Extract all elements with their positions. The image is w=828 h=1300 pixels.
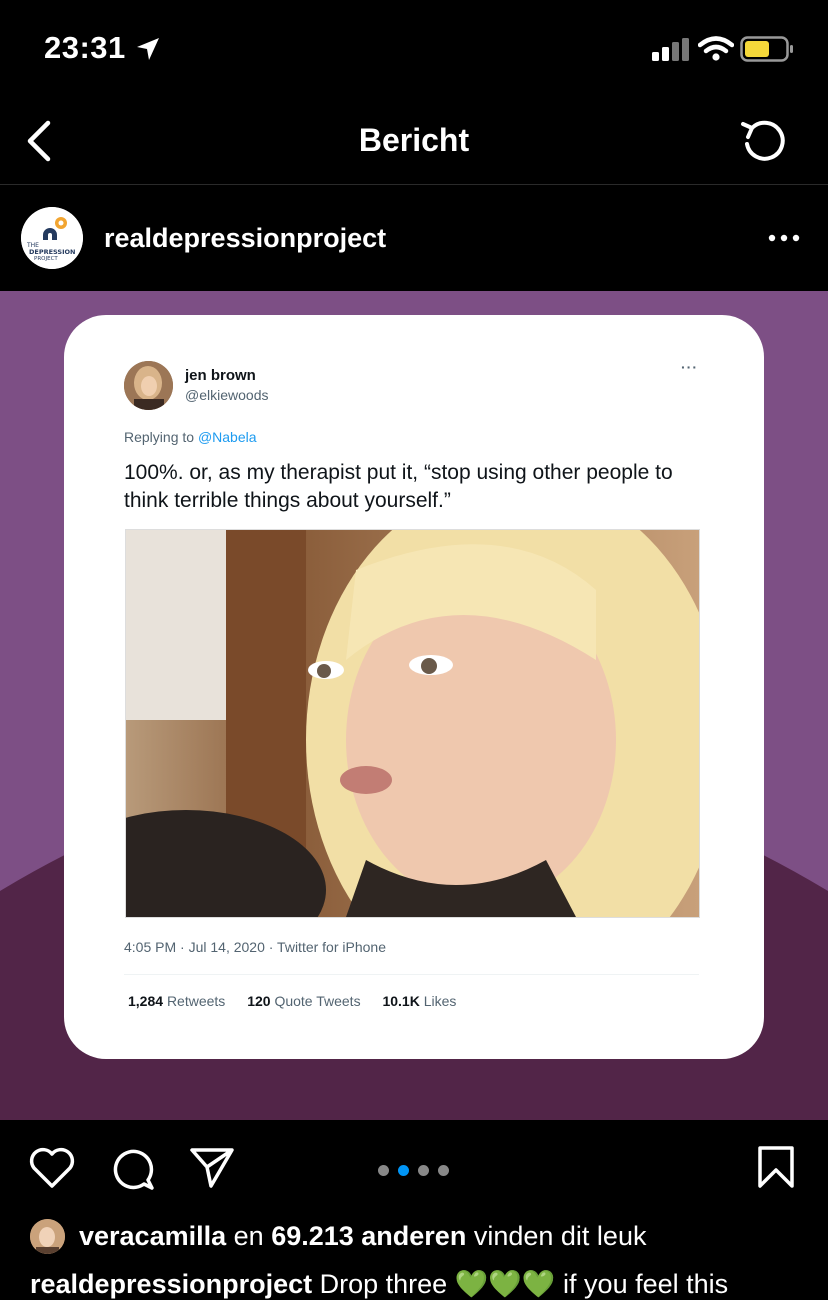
liker-username[interactable]: veracamilla <box>79 1221 226 1251</box>
likes-row: veracamilla en 69.213 anderen vinden dit… <box>0 1213 828 1261</box>
comment-icon[interactable] <box>110 1146 156 1192</box>
battery-icon <box>740 36 793 62</box>
likes-summary: veracamilla en 69.213 anderen vinden dit… <box>79 1221 646 1252</box>
likes-count[interactable]: 69.213 anderen <box>271 1221 466 1251</box>
liker-avatar-photo <box>30 1219 65 1254</box>
location-arrow-icon <box>137 38 159 60</box>
post-username[interactable]: realdepressionproject <box>104 223 386 254</box>
share-icon[interactable] <box>189 1146 235 1190</box>
tweet-text: 100%. or, as my therapist put it, “stop … <box>124 461 673 512</box>
tweet-photo-image <box>126 530 699 917</box>
post-header: THE DEPRESSION PROJECT realdepressionpro… <box>0 185 828 291</box>
likes-connector: en <box>233 1221 264 1251</box>
tweet-photo <box>125 529 700 918</box>
caption-text: Drop three 💚💚💚 if you feel this <box>319 1269 729 1299</box>
tweet-card: jen brown @elkiewoods ··· Replying to @N… <box>64 315 764 1059</box>
status-bar: 23:31 <box>0 0 828 100</box>
tweet-stats: 1,284 Retweets 120 Quote Tweets 10.1K Li… <box>128 993 474 1009</box>
tweet-author-name: jen brown <box>185 367 256 384</box>
post-action-bar <box>0 1120 828 1210</box>
caption-username[interactable]: realdepressionproject <box>30 1269 312 1299</box>
stat-value: 10.1K <box>382 993 420 1009</box>
cellular-signal-icon <box>652 38 689 61</box>
page-title: Bericht <box>358 122 470 158</box>
heart-icon[interactable] <box>28 1146 76 1190</box>
carousel-indicator <box>378 1163 458 1181</box>
tweet-stat-quote-tweets: 120 Quote Tweets <box>247 993 360 1009</box>
likes-suffix: vinden dit leuk <box>473 1221 647 1251</box>
logo-text-depression: DEPRESSION <box>29 248 76 256</box>
carousel-dot <box>418 1165 429 1176</box>
post-media[interactable]: jen brown @elkiewoods ··· Replying to @N… <box>0 291 828 1120</box>
stat-label: Likes <box>423 993 457 1009</box>
tweet-stat-retweets: 1,284 Retweets <box>128 993 225 1009</box>
tweet-author-handle: @elkiewoods <box>185 387 269 403</box>
tweet-timestamp: 4:05 PM · Jul 14, 2020 · Twitter for iPh… <box>124 939 386 955</box>
tweet-avatar-photo <box>124 361 173 410</box>
bookmark-icon[interactable] <box>756 1144 796 1190</box>
tweet-divider <box>124 974 699 975</box>
stat-label: Retweets <box>166 993 226 1009</box>
carousel-dot <box>378 1165 389 1176</box>
tweet-more-icon: ··· <box>681 359 698 375</box>
carousel-dot <box>438 1165 449 1176</box>
post-caption: realdepressionproject Drop three 💚💚💚 if … <box>30 1268 728 1300</box>
depression-project-logo: THE DEPRESSION PROJECT <box>21 207 83 269</box>
nav-bar: Bericht <box>0 100 828 185</box>
tweet-avatar <box>124 361 173 410</box>
reply-mention: @Nabela <box>197 429 257 445</box>
carousel-dot <box>398 1165 409 1176</box>
liker-avatar[interactable] <box>30 1219 65 1254</box>
tweet-replying-to: Replying to @Nabela <box>124 429 257 445</box>
status-time: 23:31 <box>44 30 126 65</box>
wifi-icon <box>698 36 734 61</box>
refresh-icon[interactable] <box>738 116 790 166</box>
more-options-icon[interactable] <box>768 233 800 243</box>
stat-label: Quote Tweets <box>274 993 361 1009</box>
avatar[interactable]: THE DEPRESSION PROJECT <box>21 207 83 269</box>
tweet-stat-likes: 10.1K Likes <box>382 993 456 1009</box>
replying-prefix: Replying to <box>124 429 195 445</box>
logo-text-project: PROJECT <box>34 256 58 262</box>
stat-value: 120 <box>247 993 271 1009</box>
stat-value: 1,284 <box>128 993 164 1009</box>
